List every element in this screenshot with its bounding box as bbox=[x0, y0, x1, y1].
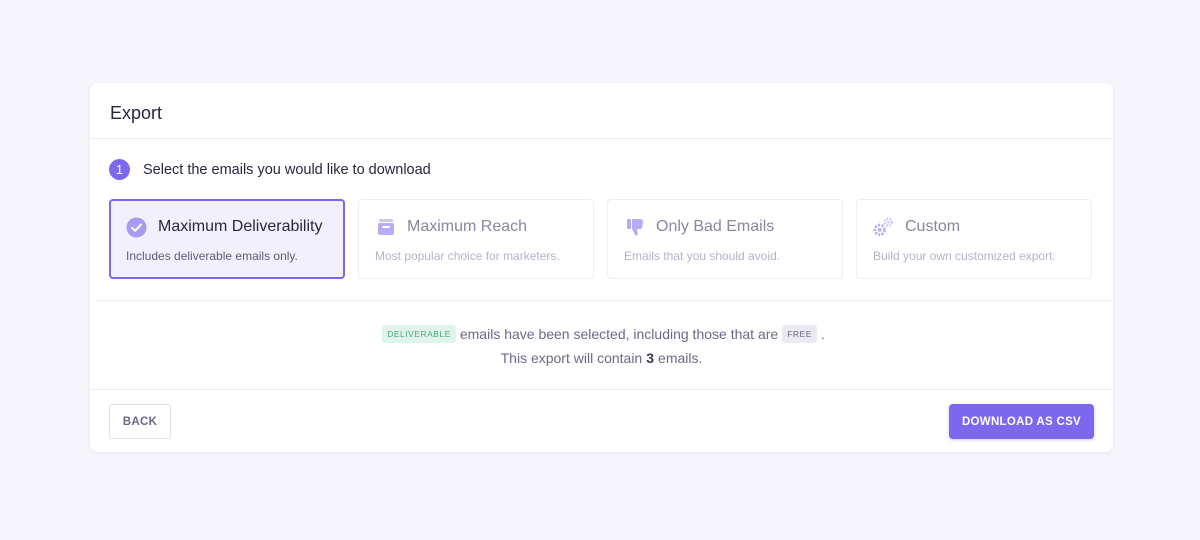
back-button[interactable]: BACK bbox=[109, 404, 171, 439]
option-only-bad-emails[interactable]: Only Bad Emails Emails that you should a… bbox=[607, 199, 843, 279]
free-badge: FREE bbox=[782, 325, 817, 343]
step-indicator: 1 Select the emails you would like to do… bbox=[109, 159, 431, 180]
card-header: Export bbox=[90, 83, 1113, 139]
option-custom[interactable]: Custom Build your own customized export. bbox=[856, 199, 1092, 279]
option-maximum-deliverability[interactable]: Maximum Deliverability Includes delivera… bbox=[109, 199, 345, 279]
summary-line-selection: DELIVERABLE emails have been selected, i… bbox=[90, 322, 1113, 346]
download-csv-button[interactable]: DOWNLOAD AS CSV bbox=[949, 404, 1094, 439]
step-instruction: Select the emails you would like to down… bbox=[143, 161, 431, 178]
export-options: Maximum Deliverability Includes delivera… bbox=[109, 199, 1092, 279]
summary-line-count: This export will contain 3 emails. bbox=[90, 346, 1113, 370]
thumbs-down-icon bbox=[624, 217, 645, 238]
export-card: Export 1 Select the emails you would lik… bbox=[90, 83, 1113, 452]
option-title: Maximum Reach bbox=[407, 218, 528, 235]
option-title: Custom bbox=[905, 218, 961, 235]
export-summary: DELIVERABLE emails have been selected, i… bbox=[90, 322, 1113, 370]
inbox-icon bbox=[375, 217, 396, 238]
email-count: 3 bbox=[646, 350, 655, 366]
summary-period: . bbox=[820, 326, 825, 342]
option-description: Includes deliverable emails only. bbox=[126, 249, 298, 263]
option-description: Emails that you should avoid. bbox=[624, 249, 781, 263]
count-suffix: emails. bbox=[658, 350, 703, 366]
check-circle-icon bbox=[126, 217, 147, 238]
step-number-badge: 1 bbox=[109, 159, 130, 180]
gears-icon bbox=[873, 217, 894, 238]
option-maximum-reach[interactable]: Maximum Reach Most popular choice for ma… bbox=[358, 199, 594, 279]
option-description: Most popular choice for marketers. bbox=[375, 249, 560, 263]
count-prefix: This export will contain bbox=[500, 350, 643, 366]
summary-text: emails have been selected, including tho… bbox=[459, 326, 779, 342]
divider bbox=[96, 300, 1113, 301]
divider bbox=[90, 389, 1113, 390]
deliverable-badge: DELIVERABLE bbox=[382, 325, 456, 343]
option-description: Build your own customized export. bbox=[873, 249, 1056, 263]
page-title: Export bbox=[110, 103, 163, 123]
option-title: Only Bad Emails bbox=[656, 218, 775, 235]
option-title: Maximum Deliverability bbox=[158, 218, 323, 235]
